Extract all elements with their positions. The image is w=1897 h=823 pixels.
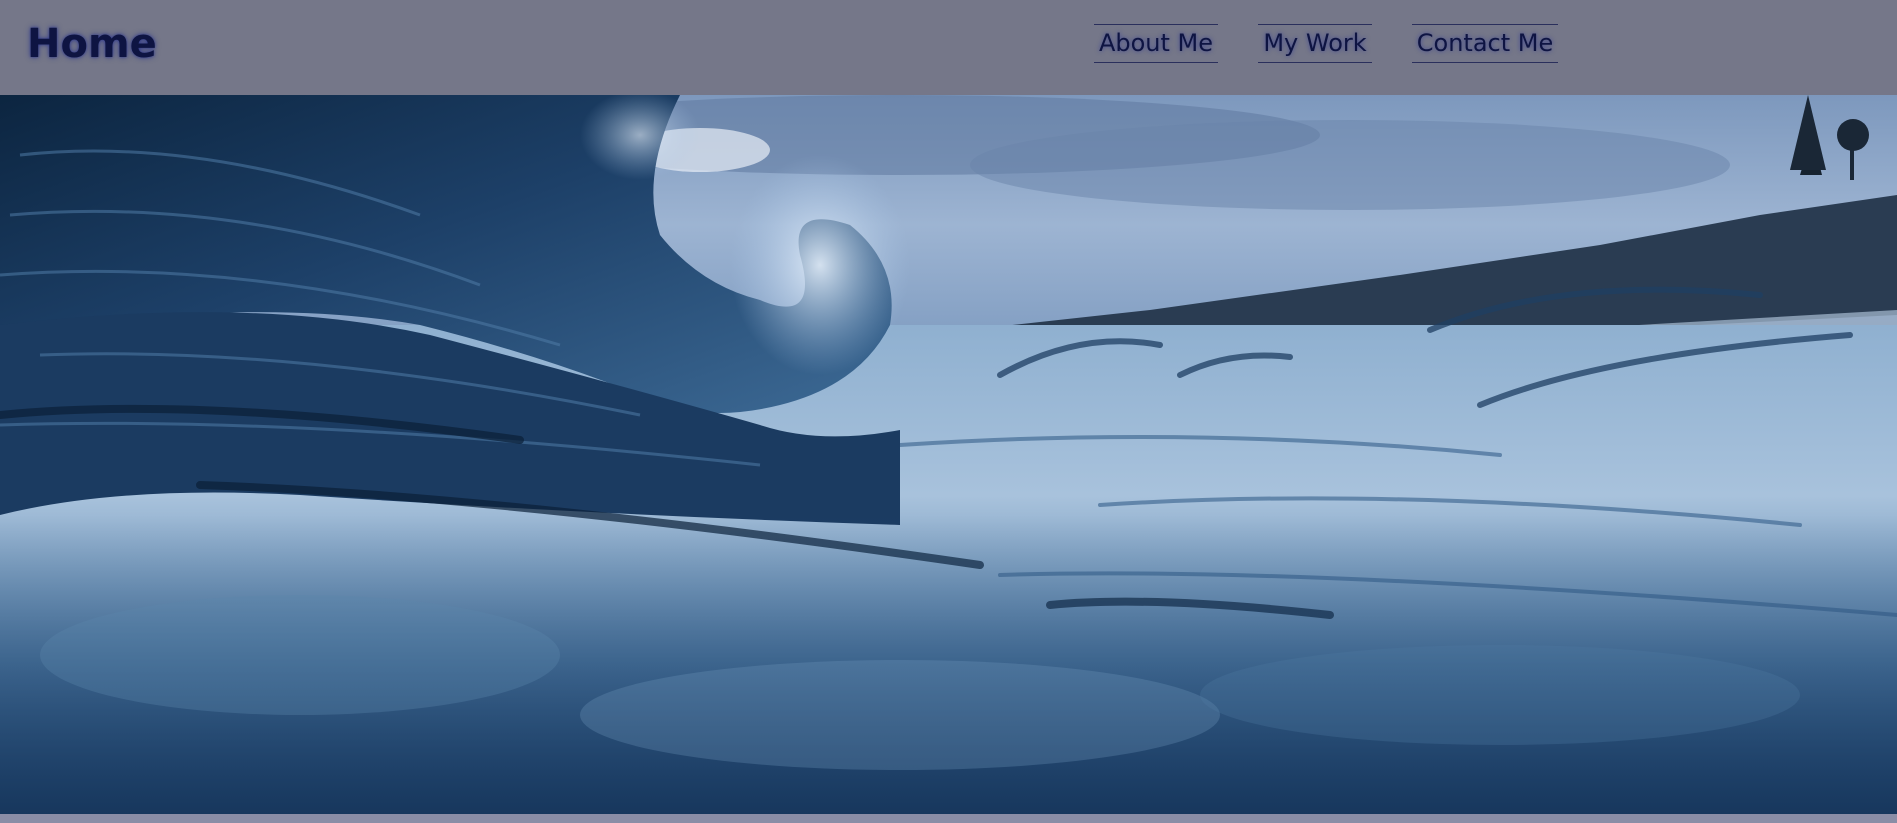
nav-my-work-link[interactable]: My Work (1258, 24, 1372, 63)
top-navbar: Home About Me My Work Contact Me (0, 0, 1897, 95)
home-link[interactable]: Home (27, 16, 157, 72)
nav-about-me-link[interactable]: About Me (1094, 24, 1218, 63)
hero-wave-image (0, 95, 1897, 814)
footer-strip (0, 814, 1897, 823)
nav-contact-me-link[interactable]: Contact Me (1412, 24, 1558, 63)
wave-illustration (0, 95, 1897, 814)
